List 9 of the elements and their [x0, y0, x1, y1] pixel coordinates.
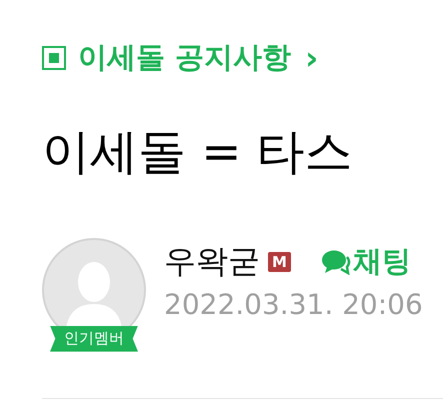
member-badge: 인기멤버	[50, 326, 138, 352]
post-date: 2022.03.31. 20:06	[164, 288, 423, 321]
chat-icon	[320, 248, 351, 275]
board-icon	[42, 46, 66, 70]
manager-badge: M	[268, 252, 291, 272]
author-name[interactable]: 우왁굳	[164, 240, 260, 284]
board-link[interactable]: 이세돌 공지사항 ›	[42, 38, 443, 78]
post-title: 이세돌 = 타스	[42, 124, 354, 182]
chat-button[interactable]: 채팅	[320, 242, 411, 282]
